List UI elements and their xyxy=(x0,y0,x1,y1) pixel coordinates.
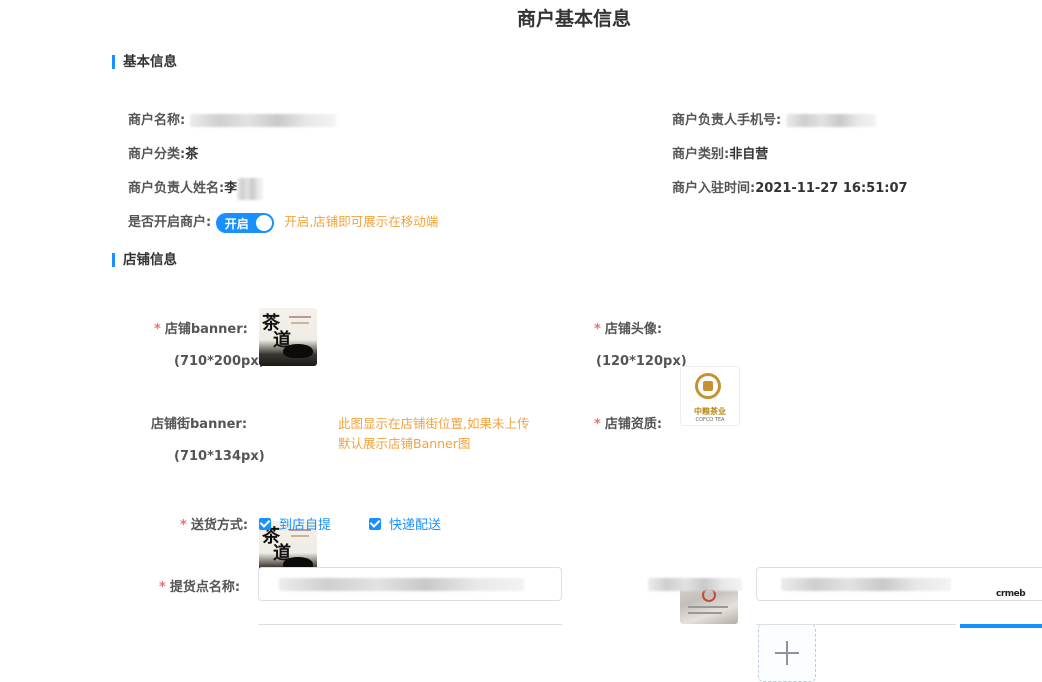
type-row: 商户类别:非自营 xyxy=(672,143,768,162)
join-time-value: 2021-11-27 16:51:07 xyxy=(755,181,908,196)
logo-en: COFCO TEA xyxy=(695,417,725,423)
enable-row: 是否开启商户: 开启 开启,店铺即可展示在移动端 xyxy=(128,211,438,233)
owner-phone-row: 商户负责人手机号: xyxy=(672,109,876,128)
section-title-basic: 基本信息 xyxy=(112,55,177,69)
switch-knob xyxy=(255,214,272,231)
qualification-upload-button[interactable] xyxy=(758,624,816,682)
next-row-input-edge xyxy=(258,624,562,629)
delivery-label: 送货方式: xyxy=(190,518,249,533)
type-value: 非自营 xyxy=(729,147,769,162)
owner-phone-label: 商户负责人手机号: xyxy=(672,113,782,128)
delivery-option-label: 快递配送 xyxy=(389,518,442,533)
delivery-option-label: 到店自提 xyxy=(279,518,332,533)
logo-emblem-icon xyxy=(695,373,721,399)
pickup-name-redacted xyxy=(279,578,524,591)
avatar-image[interactable]: 中粮茶业 COFCO TEA xyxy=(680,366,740,426)
required-mark: * xyxy=(180,518,187,533)
required-mark: * xyxy=(154,322,161,337)
pickup-name-input[interactable] xyxy=(258,567,562,601)
category-label: 商户分类: xyxy=(128,147,186,162)
avatar-size: (120*120px) xyxy=(596,354,687,369)
watermark-logo: crmeb xyxy=(996,589,1026,599)
decor-line xyxy=(289,316,311,318)
required-mark: * xyxy=(594,322,601,337)
enable-hint: 开启,店铺即可展示在移动端 xyxy=(284,214,439,229)
banner-image[interactable]: 茶 道 xyxy=(259,308,317,366)
type-label: 商户类别: xyxy=(672,147,730,162)
delivery-option-pickup[interactable]: 到店自提 xyxy=(259,514,331,533)
decor-line xyxy=(291,535,309,537)
next-row-input-edge-right xyxy=(756,624,956,629)
required-mark: * xyxy=(594,417,601,432)
delivery-label-row: * 送货方式: xyxy=(180,514,248,533)
next-row-button-edge xyxy=(960,624,1042,628)
teapot-icon xyxy=(283,344,313,358)
checkbox-checked-icon[interactable] xyxy=(369,517,381,530)
banner-label-row: * 店铺banner: xyxy=(154,318,248,337)
street-banner-label: 店铺街banner: xyxy=(151,417,248,432)
right-field-redacted xyxy=(781,578,951,591)
join-time-row: 商户入驻时间:2021-11-27 16:51:07 xyxy=(672,177,908,196)
section-title-store: 店铺信息 xyxy=(112,253,177,267)
street-banner-hint: 此图显示在店铺街位置,如果未上传 默认展示店铺Banner图 xyxy=(338,414,529,454)
pickup-name-label: 提货点名称: xyxy=(169,580,241,595)
enable-merchant-switch[interactable]: 开启 xyxy=(215,212,274,233)
merchant-name-label: 商户名称: xyxy=(128,113,186,128)
right-field-label-redacted xyxy=(648,577,742,592)
owner-name-value: 李 xyxy=(224,181,238,196)
street-banner-size: (710*134px) xyxy=(174,449,265,464)
pickup-name-label-row: * 提货点名称: xyxy=(159,576,240,595)
switch-text: 开启 xyxy=(224,216,249,231)
logo-name: 中粮茶业 xyxy=(694,407,726,416)
street-banner-hint-line1: 此图显示在店铺街位置,如果未上传 xyxy=(338,416,530,431)
avatar-label-row: * 店铺头像: xyxy=(594,318,662,337)
qualification-label-row: * 店铺资质: xyxy=(594,413,662,432)
owner-phone-redacted xyxy=(785,114,876,127)
merchant-name-row: 商户名称: xyxy=(128,109,336,128)
owner-name-label: 商户负责人姓名: xyxy=(128,181,225,196)
doc-line xyxy=(688,606,728,608)
banner-label: 店铺banner: xyxy=(164,322,248,337)
owner-name-redacted xyxy=(237,177,264,200)
merchant-name-redacted xyxy=(189,114,336,127)
page-title: 商户基本信息 xyxy=(516,8,631,30)
owner-name-row: 商户负责人姓名:李 xyxy=(128,177,264,200)
enable-label: 是否开启商户: xyxy=(128,215,212,230)
category-value: 茶 xyxy=(185,147,199,162)
doc-line xyxy=(688,612,722,614)
delivery-option-express[interactable]: 快递配送 xyxy=(369,514,441,533)
checkbox-checked-icon[interactable] xyxy=(259,517,271,530)
join-time-label: 商户入驻时间: xyxy=(672,181,756,196)
avatar-label: 店铺头像: xyxy=(604,322,663,337)
qualification-label: 店铺资质: xyxy=(604,417,663,432)
required-mark: * xyxy=(159,580,166,595)
category-row: 商户分类:茶 xyxy=(128,143,198,162)
decor-line xyxy=(291,322,309,324)
redacted-label xyxy=(648,578,742,591)
banner-size: (710*200px) xyxy=(174,354,265,369)
street-banner-hint-line2: 默认展示店铺Banner图 xyxy=(338,436,471,451)
